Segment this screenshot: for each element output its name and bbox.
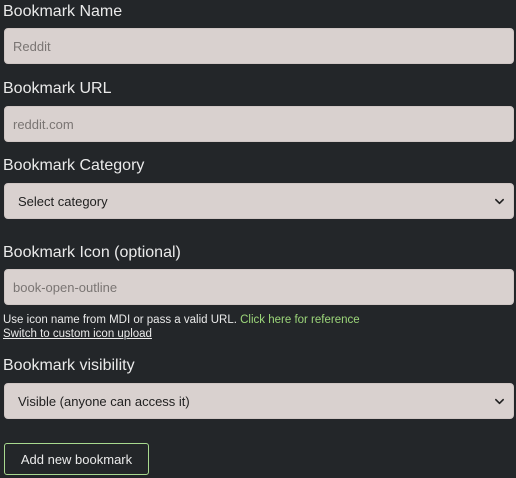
bookmark-url-label: Bookmark URL: [3, 80, 112, 97]
chevron-down-icon: [495, 198, 504, 204]
bookmark-category-label: Bookmark Category: [3, 157, 145, 174]
bookmark-visibility-selected: Visible (anyone can access it): [18, 393, 190, 409]
icon-reference-link[interactable]: Click here for reference: [240, 314, 360, 326]
bookmark-visibility-select[interactable]: Visible (anyone can access it): [4, 383, 514, 419]
bookmark-category-select[interactable]: Select category: [4, 183, 514, 219]
bookmark-icon-input[interactable]: [4, 269, 514, 305]
bookmark-icon-label: Bookmark Icon (optional): [3, 244, 181, 261]
bookmark-visibility-label: Bookmark visibility: [3, 357, 135, 374]
bookmark-category-selected: Select category: [18, 193, 108, 209]
bookmark-name-label: Bookmark Name: [3, 3, 123, 20]
icon-help-description: Use icon name from MDI or pass a valid U…: [3, 314, 237, 326]
bookmark-name-input[interactable]: [4, 28, 514, 64]
switch-to-custom-icon-link[interactable]: Switch to custom icon upload: [3, 327, 152, 341]
add-new-bookmark-button[interactable]: Add new bookmark: [4, 443, 149, 475]
chevron-down-icon: [495, 398, 504, 404]
icon-help-text: Use icon name from MDI or pass a valid U…: [3, 313, 360, 327]
bookmark-url-input[interactable]: [4, 106, 514, 142]
